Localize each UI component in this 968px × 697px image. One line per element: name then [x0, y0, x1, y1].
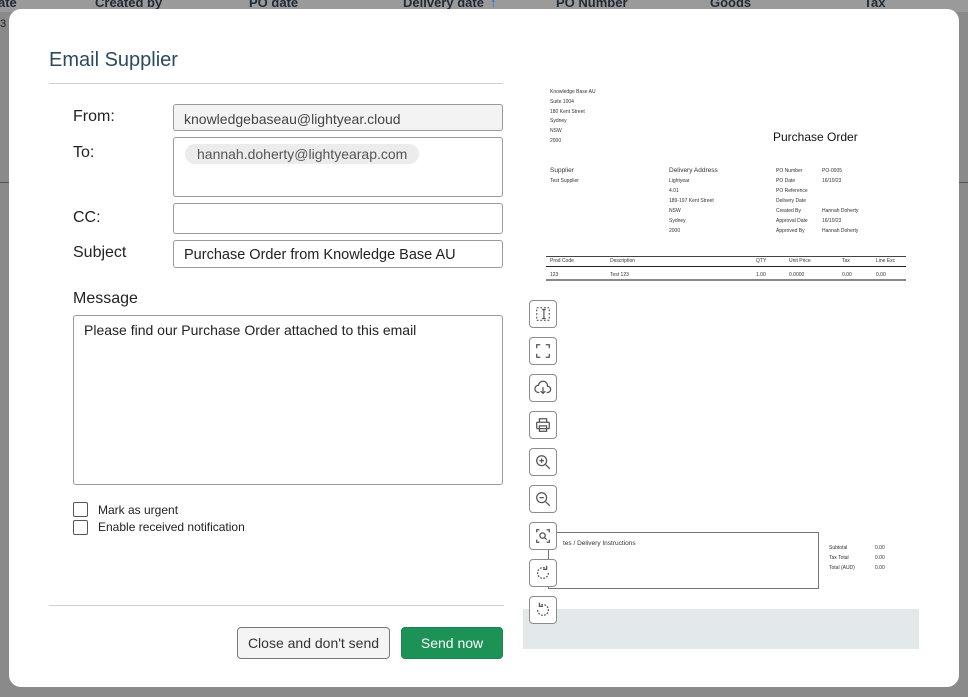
- total-label: Total (AUD): [829, 565, 855, 571]
- total-label: Subtotal: [829, 545, 848, 551]
- fullscreen-icon[interactable]: [529, 337, 557, 365]
- company-address-line: Knowledge Base AU: [550, 89, 596, 95]
- background-divider: [959, 182, 968, 183]
- text-select-icon[interactable]: [529, 300, 557, 328]
- urgent-checkbox[interactable]: [73, 502, 88, 517]
- dialog-title: Email Supplier: [49, 49, 178, 71]
- company-address-line: 2000: [550, 138, 562, 144]
- po-title: Purchase Order: [773, 130, 858, 144]
- from-label: From:: [73, 108, 115, 125]
- table-cell: 0.0000: [789, 272, 805, 278]
- delivery-line: NSW: [669, 208, 681, 214]
- meta-value: 16/10/23: [822, 218, 842, 224]
- total-value: 0.00: [875, 565, 885, 571]
- table-cell: Test 123: [610, 272, 629, 278]
- subject-field[interactable]: Purchase Order from Knowledge Base AU: [173, 240, 503, 268]
- background-divider: [0, 182, 9, 183]
- company-address-line: Suite 1004: [550, 99, 574, 105]
- total-label: Tax Total: [829, 555, 849, 561]
- title-divider: [49, 83, 503, 84]
- total-value: 0.00: [875, 545, 885, 551]
- table-header: Line Exc: [876, 258, 896, 264]
- notification-checkbox-label: Enable received notification: [98, 520, 245, 534]
- table-header: Prod Code: [550, 258, 574, 264]
- table-bottom-rule: [546, 279, 906, 281]
- meta-value: Hannah Doherty: [822, 208, 859, 214]
- zoom-in-icon[interactable]: [529, 448, 557, 476]
- meta-label: Created By: [776, 208, 802, 214]
- table-top-rule: [546, 256, 906, 257]
- table-header: Description: [610, 258, 636, 264]
- table-cell: 0.00: [876, 272, 886, 278]
- company-address-line: NSW: [550, 128, 562, 134]
- delivery-line: 2000: [669, 228, 681, 234]
- meta-value: Hannah Doherty: [822, 228, 859, 234]
- table-cell: 0.00: [842, 272, 852, 278]
- meta-label: Delivery Date: [776, 198, 807, 204]
- supplier-heading: Supplier: [550, 167, 574, 174]
- send-now-button[interactable]: Send now: [401, 627, 503, 659]
- table-header: QTY: [756, 258, 767, 264]
- subject-label: Subject: [73, 244, 127, 261]
- meta-value: 16/10/23: [822, 178, 842, 184]
- rotate-counterclockwise-icon[interactable]: [529, 596, 557, 624]
- download-icon[interactable]: [529, 374, 557, 402]
- to-label: To:: [73, 144, 95, 161]
- notes-label: tes / Delivery Instructions: [563, 540, 636, 547]
- meta-label: PO Date: [776, 178, 796, 184]
- to-field[interactable]: hannah.doherty@lightyearap.com: [173, 137, 503, 197]
- close-dont-send-button[interactable]: Close and don't send: [237, 627, 390, 659]
- delivery-line: Sydney: [669, 218, 686, 224]
- meta-label: PO Reference: [776, 188, 808, 194]
- delivery-heading: Delivery Address: [669, 167, 718, 174]
- cc-label: CC:: [73, 209, 101, 226]
- delivery-line: 189-197 Kent Street: [669, 198, 714, 204]
- table-header: Tax: [842, 258, 850, 264]
- column-header: ate: [0, 0, 17, 10]
- meta-label: Approved By: [776, 228, 805, 234]
- message-textarea[interactable]: Please find our Purchase Order attached …: [73, 315, 503, 485]
- notification-checkbox[interactable]: [73, 520, 88, 535]
- from-value: knowledgebaseau@lightyear.cloud: [184, 111, 401, 127]
- meta-label: PO Number: [776, 168, 803, 174]
- rotate-clockwise-icon[interactable]: [529, 559, 557, 587]
- message-label: Message: [73, 290, 138, 307]
- table-header-rule: [546, 266, 906, 267]
- table-cell: 1.00: [756, 272, 766, 278]
- delivery-line: 4.01: [669, 188, 679, 194]
- message-value: Please find our Purchase Order attached …: [84, 322, 417, 338]
- from-field[interactable]: knowledgebaseau@lightyear.cloud: [173, 104, 503, 131]
- footer-divider: [49, 605, 504, 606]
- preview-footer-band: [523, 609, 919, 649]
- table-cell: 123: [550, 272, 559, 278]
- zoom-out-icon[interactable]: [529, 485, 557, 513]
- company-address-line: Sydney: [550, 118, 567, 124]
- meta-value: PO-0005: [822, 168, 843, 174]
- delivery-line: Lightyear: [669, 178, 690, 184]
- supplier-name: Test Supplier: [550, 178, 579, 184]
- recipient-chip[interactable]: hannah.doherty@lightyearap.com: [185, 144, 420, 164]
- meta-label: Approval Date: [776, 218, 808, 224]
- print-icon[interactable]: [529, 411, 557, 439]
- cc-field[interactable]: [173, 203, 503, 234]
- fit-page-icon[interactable]: [529, 522, 557, 550]
- subject-value: Purchase Order from Knowledge Base AU: [184, 247, 456, 263]
- total-value: 0.00: [875, 555, 885, 561]
- background-row-fragment: 3: [0, 18, 7, 30]
- urgent-checkbox-label: Mark as urgent: [98, 503, 179, 517]
- table-header: Unit Price: [789, 258, 811, 264]
- company-address-line: 180 Kent Street: [550, 109, 585, 115]
